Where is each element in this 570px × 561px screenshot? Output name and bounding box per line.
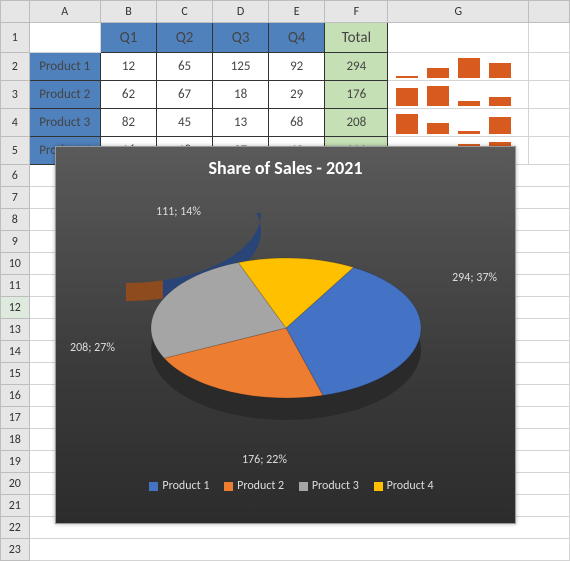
cell-B3[interactable]: 62 [100,81,156,109]
row-header-13[interactable]: 13 [1,319,30,341]
row-header-7[interactable]: 7 [1,187,30,209]
pie-chart[interactable]: Share of Sales - 2021 294; 37% 176; 22% … [55,146,516,524]
col-header-D[interactable]: D [213,1,269,23]
col-header-C[interactable]: C [157,1,213,23]
chart-title: Share of Sales - 2021 [56,147,515,183]
cell-F4[interactable]: 208 [325,109,388,137]
cell-A2[interactable]: Product 1 [29,53,100,81]
cell-D4[interactable]: 13 [213,109,269,137]
legend-swatch-p3 [299,482,308,491]
legend-swatch-p1 [149,482,158,491]
cell-E2[interactable]: 92 [269,53,325,81]
row-header-17[interactable]: 17 [1,407,30,429]
sparkline-2[interactable] [388,81,529,109]
cell-B2[interactable]: 12 [100,53,156,81]
col-header-F[interactable]: F [325,1,388,23]
row-header-18[interactable]: 18 [1,429,30,451]
row-header-6[interactable]: 6 [1,165,30,187]
cell-F1[interactable]: Total [325,23,388,53]
legend-label-p2: Product 2 [237,479,284,493]
legend-swatch-p4 [374,482,383,491]
legend-label-p3: Product 3 [312,479,359,493]
row-header-1[interactable]: 1 [1,23,30,53]
col-header-A[interactable]: A [29,1,100,23]
cell-C3[interactable]: 67 [157,81,213,109]
cell-C4[interactable]: 45 [157,109,213,137]
cell-D3[interactable]: 18 [213,81,269,109]
row-header-4[interactable]: 4 [1,109,30,137]
cell-F3[interactable]: 176 [325,81,388,109]
row-header-8[interactable]: 8 [1,209,30,231]
row-header-16[interactable]: 16 [1,385,30,407]
sparkline-1[interactable] [388,53,529,81]
cell-C2[interactable]: 65 [157,53,213,81]
select-all-corner[interactable] [1,1,30,23]
row-header-22[interactable]: 22 [1,517,30,539]
col-header-extra[interactable] [529,1,570,23]
pie-svg [126,213,446,443]
col-header-E[interactable]: E [269,1,325,23]
row-header-20[interactable]: 20 [1,473,30,495]
data-label-p4: 111; 14% [156,205,201,219]
cell-F2[interactable]: 294 [325,53,388,81]
data-label-p2: 176; 22% [242,453,287,467]
cell-E3[interactable]: 29 [269,81,325,109]
cell-E1[interactable]: Q4 [269,23,325,53]
cell-D1[interactable]: Q3 [213,23,269,53]
row-header-11[interactable]: 11 [1,275,30,297]
cell-G1[interactable] [388,23,529,53]
col-header-B[interactable]: B [100,1,156,23]
legend-swatch-p2 [224,482,233,491]
row-header-19[interactable]: 19 [1,451,30,473]
row-header-3[interactable]: 3 [1,81,30,109]
cell-E4[interactable]: 68 [269,109,325,137]
cell-C1[interactable]: Q2 [157,23,213,53]
cell-D2[interactable]: 125 [213,53,269,81]
legend-label-p4: Product 4 [387,479,434,493]
cell-B4[interactable]: 82 [100,109,156,137]
row-header-23[interactable]: 23 [1,539,30,561]
row-header-5[interactable]: 5 [1,137,30,165]
row-header-12[interactable]: 12 [1,297,30,319]
row-header-9[interactable]: 9 [1,231,30,253]
cell-B1[interactable]: Q1 [100,23,156,53]
chart-legend: Product 1 Product 2 Product 3 Product 4 [56,473,515,503]
legend-label-p1: Product 1 [162,479,209,493]
row-header-10[interactable]: 10 [1,253,30,275]
cell-A3[interactable]: Product 2 [29,81,100,109]
row-header-15[interactable]: 15 [1,363,30,385]
chart-plot-area[interactable]: 294; 37% 176; 22% 208; 27% 111; 14% [56,183,515,473]
cell-A1[interactable] [29,23,100,53]
data-label-p1: 294; 37% [452,271,497,285]
data-label-p3: 208; 27% [70,341,115,355]
col-header-G[interactable]: G [388,1,529,23]
row-header-2[interactable]: 2 [1,53,30,81]
row-header-14[interactable]: 14 [1,341,30,363]
sparkline-3[interactable] [388,109,529,137]
cell-A4[interactable]: Product 3 [29,109,100,137]
row-header-21[interactable]: 21 [1,495,30,517]
